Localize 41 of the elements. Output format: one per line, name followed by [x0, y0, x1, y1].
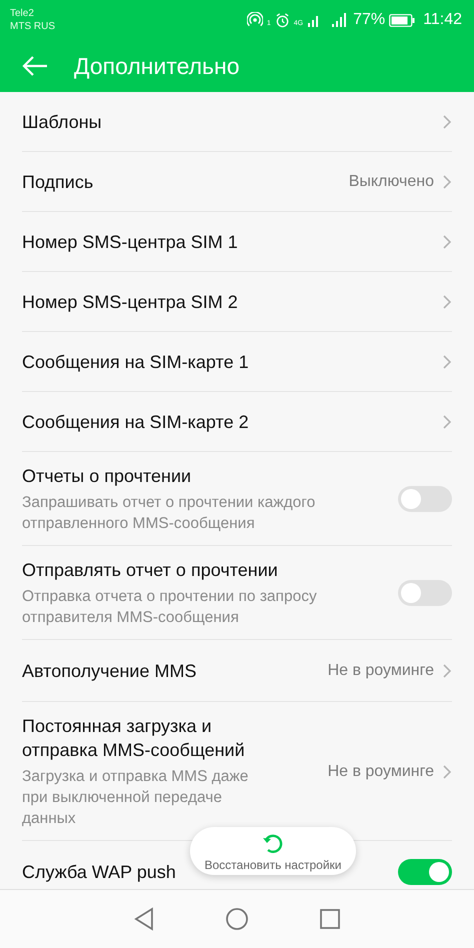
- setting-title[interactable]: Номер SMS-центра SIM 2: [22, 290, 238, 314]
- setting-title[interactable]: Постоянная загрузка и отправка MMS-сообщений: [22, 714, 264, 762]
- back-button[interactable]: [22, 55, 48, 77]
- setting-title[interactable]: Подпись: [22, 170, 94, 194]
- battery-percent: 77%: [353, 11, 386, 29]
- setting-value: Выключено: [348, 173, 434, 191]
- recents-nav-button[interactable]: [319, 908, 341, 930]
- chevron-icon: [442, 174, 452, 190]
- setting-title[interactable]: Сообщения на SIM-карте 2: [22, 410, 249, 434]
- setting-title[interactable]: Номер SMS-центра SIM 1: [22, 230, 238, 254]
- battery-icon: [389, 14, 416, 26]
- setting-description: Загрузка и отправка MMS даже при выключенной передаче данных: [22, 767, 250, 829]
- setting-title[interactable]: Шаблоны: [22, 110, 102, 134]
- chevron-icon: [442, 114, 452, 130]
- chevron-icon: [442, 294, 452, 310]
- setting-title[interactable]: Отправлять отчет о прочтении: [22, 558, 278, 582]
- back-nav-button[interactable]: [133, 907, 155, 931]
- chevron-icon: [442, 354, 452, 370]
- clock-time: 11:42: [423, 11, 462, 29]
- setting-description: Отправка отчета о прочтении по запросу отправителя MMS-сообщения: [22, 587, 318, 628]
- setting-title[interactable]: Служба WAP push: [22, 860, 176, 884]
- setting-value: Не в роуминге: [326, 662, 434, 680]
- hotspot-icon: [246, 12, 263, 28]
- toggle-switch[interactable]: [398, 580, 452, 606]
- toggle-switch[interactable]: [398, 859, 452, 885]
- chevron-icon: [442, 764, 452, 780]
- setting-title[interactable]: Отчеты о прочтении: [22, 464, 192, 488]
- chevron-icon: [442, 663, 452, 679]
- alarm-icon: [274, 12, 290, 28]
- restore-settings-button[interactable]: Восстановить настройки: [190, 827, 356, 875]
- setting-title[interactable]: Сообщения на SIM-карте 1: [22, 350, 249, 374]
- chevron-icon: [442, 234, 452, 250]
- setting-description: Запрашивать отчет о прочтении каждого отправленного MMS-сообщения: [22, 493, 316, 534]
- carrier-name: Tele2: [10, 7, 35, 20]
- home-nav-button[interactable]: [225, 907, 249, 931]
- setting-value: Не в роуминге: [326, 762, 434, 780]
- toggle-switch[interactable]: [398, 486, 452, 512]
- page-title: Дополнительно: [74, 52, 240, 80]
- carrier-name: MTS RUS: [10, 20, 55, 33]
- chevron-icon: [442, 414, 452, 430]
- setting-title[interactable]: Автополучение MMS: [22, 659, 196, 683]
